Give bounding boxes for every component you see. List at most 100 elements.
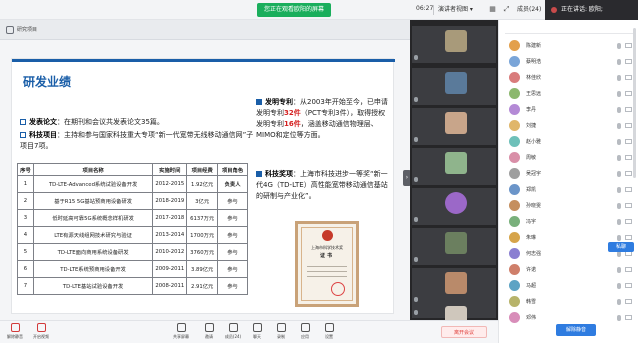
- member-row[interactable]: 蔡明浩: [499, 54, 638, 70]
- bottom-toolbar: 解除静音 开启视频 共享屏幕 邀请 成员(24) 聊天 录制 应用 设置 离开会议: [0, 320, 498, 343]
- mic-icon[interactable]: [617, 203, 621, 209]
- camera-icon[interactable]: [625, 43, 632, 48]
- mic-icon[interactable]: [617, 139, 621, 145]
- bullet-square-icon: [20, 119, 26, 125]
- camera-icon[interactable]: [625, 267, 632, 272]
- camera-icon[interactable]: [625, 75, 632, 80]
- member-avatar: [509, 88, 520, 99]
- camera-icon[interactable]: [625, 59, 632, 64]
- mic-icon[interactable]: [617, 315, 621, 321]
- camera-icon[interactable]: [625, 235, 632, 240]
- fullscreen-icon[interactable]: ⤢: [502, 5, 511, 14]
- view-mode-toggle[interactable]: 演讲者视图 ▾: [438, 4, 473, 16]
- video-tile[interactable]: [412, 228, 496, 265]
- members-icon: [228, 323, 238, 332]
- cell-project: TD-LTE系统预商用设备开发: [32, 260, 154, 278]
- mic-icon[interactable]: [617, 219, 621, 225]
- th-project: 项目名称: [32, 163, 154, 176]
- camera-icon[interactable]: [625, 315, 632, 320]
- camera-icon[interactable]: [625, 187, 632, 192]
- settings-button[interactable]: 设置: [318, 323, 340, 340]
- camera-icon[interactable]: [625, 219, 632, 224]
- mic-icon[interactable]: [617, 299, 621, 305]
- bullet-square-icon: [20, 132, 26, 138]
- member-search-field[interactable]: [505, 24, 633, 34]
- member-scrollbar[interactable]: [633, 28, 636, 178]
- mic-icon[interactable]: [617, 43, 621, 49]
- viewing-banner[interactable]: 您正在观看欧阳的屏幕: [257, 3, 332, 17]
- video-tile[interactable]: [412, 268, 496, 305]
- mic-icon[interactable]: [617, 91, 621, 97]
- members-button[interactable]: 成员(24): [222, 323, 244, 340]
- camera-icon[interactable]: [625, 171, 632, 176]
- camera-icon[interactable]: [625, 203, 632, 208]
- member-row[interactable]: 周敏: [499, 150, 638, 166]
- unmute-button[interactable]: 解除静音: [4, 323, 26, 340]
- member-row[interactable]: 赵小雅: [499, 134, 638, 150]
- patent-count-granted: 16件: [284, 120, 301, 128]
- speaking-indicator: 正在讲话: 欧阳;: [545, 0, 638, 20]
- speaker-avatar: [551, 7, 557, 13]
- start-video-button[interactable]: 开启视频: [30, 323, 52, 340]
- video-tile[interactable]: [412, 302, 496, 328]
- member-name: 孙晓雯: [526, 203, 542, 209]
- member-row[interactable]: 吴冠宇: [499, 166, 638, 182]
- chat-button[interactable]: 聊天: [246, 323, 268, 340]
- toolbar-label: 录制: [277, 334, 285, 339]
- members-count[interactable]: 成员(24): [517, 4, 541, 16]
- leave-meeting-button[interactable]: 离开会议: [441, 326, 487, 338]
- member-row[interactable]: 许诺: [499, 262, 638, 278]
- video-tile[interactable]: [412, 148, 496, 185]
- member-row[interactable]: 林佳欣: [499, 70, 638, 86]
- cell-role: 参与: [217, 209, 248, 227]
- member-row[interactable]: 陈建新: [499, 38, 638, 54]
- mic-muted-icon: [414, 257, 418, 262]
- mic-icon[interactable]: [617, 107, 621, 113]
- mic-icon[interactable]: [617, 283, 621, 289]
- member-row[interactable]: 王思远: [499, 86, 638, 102]
- camera-icon[interactable]: [625, 91, 632, 96]
- toolbar-label: 开启视频: [33, 334, 49, 339]
- mic-icon[interactable]: [617, 267, 621, 273]
- member-name: 何志强: [526, 251, 542, 257]
- mic-icon[interactable]: [617, 187, 621, 193]
- member-row[interactable]: 刘捷: [499, 118, 638, 134]
- private-chat-button[interactable]: 私聊: [608, 242, 634, 252]
- member-row[interactable]: 郑凯: [499, 182, 638, 198]
- member-row[interactable]: 冯宇: [499, 214, 638, 230]
- member-row[interactable]: 孙晓雯: [499, 198, 638, 214]
- mic-icon[interactable]: [617, 59, 621, 65]
- meeting-time: 06:27: [416, 5, 434, 12]
- video-tile[interactable]: [412, 108, 496, 145]
- camera-icon[interactable]: [625, 139, 632, 144]
- grid-icon[interactable]: ▦: [488, 5, 497, 14]
- share-screen-button[interactable]: 共享屏幕: [170, 323, 192, 340]
- video-tile[interactable]: [412, 188, 496, 225]
- mic-icon[interactable]: [617, 235, 621, 241]
- bullet-patents: 发明专利：从2003年开始至今，已申请发明专利32件（PCT专利3件），取得授权…: [256, 97, 390, 141]
- toolbar-label: 聊天: [253, 334, 261, 339]
- record-button[interactable]: 录制: [270, 323, 292, 340]
- mic-icon[interactable]: [617, 155, 621, 161]
- camera-icon[interactable]: [625, 299, 632, 304]
- camera-icon[interactable]: [625, 107, 632, 112]
- camera-icon[interactable]: [625, 283, 632, 288]
- invite-button[interactable]: 邀请: [198, 323, 220, 340]
- member-row[interactable]: 马超: [499, 278, 638, 294]
- unmute-icon: [10, 323, 20, 332]
- member-row[interactable]: 李丹: [499, 102, 638, 118]
- mic-icon[interactable]: [617, 171, 621, 177]
- video-tile[interactable]: [412, 26, 496, 63]
- mic-icon[interactable]: [617, 123, 621, 129]
- video-tile[interactable]: [412, 68, 496, 105]
- unmute-all-button[interactable]: 解除静音: [556, 324, 596, 336]
- cell-project: 基于R15 5G基站预商用设备研发: [32, 192, 154, 210]
- member-avatar: [509, 232, 520, 243]
- camera-icon[interactable]: [625, 155, 632, 160]
- apps-button[interactable]: 应用: [294, 323, 316, 340]
- certificate-text-line: [307, 271, 347, 272]
- certificate-org: 上海市科学技术奖: [311, 245, 343, 250]
- member-row[interactable]: 韩雪: [499, 294, 638, 310]
- mic-icon[interactable]: [617, 75, 621, 81]
- camera-icon[interactable]: [625, 123, 632, 128]
